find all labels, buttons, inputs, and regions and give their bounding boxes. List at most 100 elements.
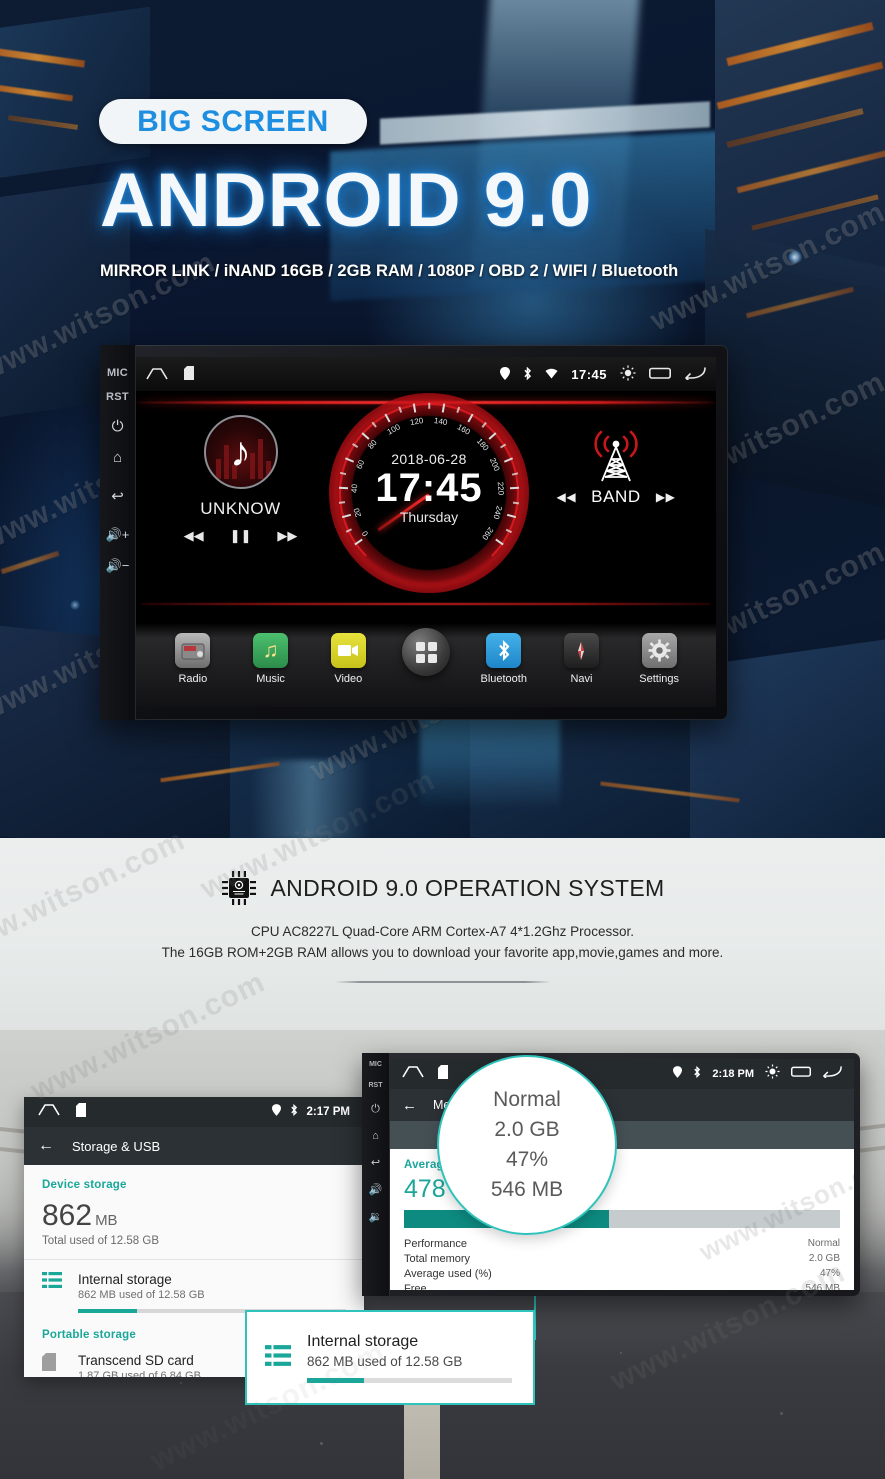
list-item-subtitle: 862 MB used of 12.58 GB — [78, 1289, 205, 1301]
reset-label: RST — [106, 391, 129, 403]
callout-title: Internal storage — [307, 1332, 419, 1350]
dock-item-music[interactable]: ♫ Music — [232, 633, 310, 685]
back-icon[interactable]: ← — [402, 1097, 417, 1114]
bluetooth-icon — [290, 1103, 298, 1121]
radio-widget[interactable]: ◀◀ BAND ▶▶ — [541, 421, 691, 507]
radio-tower-icon — [581, 421, 651, 483]
sdcard-icon[interactable] — [184, 366, 194, 382]
hero-section: www.witson.com www.witson.com www.witson… — [0, 0, 885, 838]
bg-light-beam — [250, 760, 370, 838]
back-icon[interactable] — [822, 1065, 842, 1083]
location-icon — [271, 1103, 281, 1121]
bg-lane-marking — [404, 1398, 440, 1479]
recents-icon[interactable] — [791, 1065, 811, 1083]
speedometer-clock-widget[interactable]: 0 20 40 60 80 100 120 140 160 180 200 220 240 260 201… — [329, 393, 529, 593]
os-info-section: ANDROID 9.0 OPERATION SYSTEM CPU AC8227L… — [0, 764, 885, 1030]
bluetooth-icon — [693, 1065, 701, 1083]
bg-glow-dot — [70, 600, 80, 610]
dock-item-bluetooth[interactable]: Bluetooth — [465, 633, 543, 685]
red-accent-line — [142, 603, 710, 605]
row-value: 47% — [819, 1267, 840, 1279]
dock-item-navi[interactable]: Navi — [543, 633, 621, 685]
memory-detail-rows: Performance Normal Total memory 2.0 GB A… — [404, 1236, 840, 1291]
home-icon[interactable]: ⌂ — [372, 1130, 379, 1142]
back-icon[interactable]: ↩ — [371, 1156, 380, 1169]
dock-label: Radio — [178, 673, 208, 685]
row-label: Total memory — [404, 1252, 471, 1265]
band-next-icon[interactable]: ▶▶ — [656, 490, 676, 504]
back-icon[interactable]: ← — [38, 1137, 54, 1155]
head-unit-device: MIC RST ⏻ ⌂ ↩ 🔊+ 🔊− 17:45 ♪ UNKNOW ◀◀ ❚❚… — [100, 345, 728, 720]
bluetooth-icon — [486, 633, 522, 668]
os-cpu-line: CPU AC8227L Quad-Core ARM Cortex-A7 4*1.… — [251, 924, 634, 939]
storage-list-icon — [42, 1272, 64, 1293]
magnifier-line: Normal — [493, 1088, 561, 1111]
next-track-icon[interactable]: ▶▶ — [277, 528, 297, 544]
reset-label: RST — [368, 1082, 383, 1089]
gear-icon — [641, 633, 677, 668]
dock-item-video[interactable]: Video — [309, 633, 387, 685]
pause-icon[interactable]: ❚❚ — [230, 528, 252, 544]
dock-item-settings[interactable]: Settings — [620, 633, 698, 685]
wifi-icon — [545, 368, 558, 381]
location-icon — [500, 366, 511, 382]
home-icon[interactable]: ⌂ — [113, 450, 122, 465]
back-icon[interactable]: ↩ — [111, 489, 124, 504]
magnifier-line: 47% — [505, 1148, 549, 1171]
table-row: Average used (%) 47% — [404, 1266, 840, 1281]
volume-down-icon[interactable]: 🔉 — [369, 1210, 383, 1223]
storage-list-icon — [265, 1344, 291, 1371]
band-prev-icon[interactable]: ◀◀ — [557, 490, 577, 504]
volume-up-icon[interactable]: 🔊 — [369, 1183, 383, 1196]
status-bar: 2:17 PM — [24, 1097, 364, 1127]
table-row: Performance Normal — [404, 1236, 840, 1251]
location-icon — [673, 1065, 683, 1083]
table-row: Total memory 2.0 GB — [404, 1251, 840, 1266]
volume-up-icon[interactable]: 🔊+ — [106, 528, 130, 541]
row-value: 546 MB — [805, 1282, 840, 1291]
music-icon: ♫ — [253, 633, 289, 668]
list-item-title: Internal storage — [78, 1272, 172, 1287]
internal-storage-callout: Internal storage 862 MB used of 12.58 GB — [245, 1310, 535, 1405]
sdcard-icon[interactable] — [76, 1102, 86, 1122]
bg-slab — [0, 6, 150, 184]
home-icon[interactable] — [38, 1103, 60, 1121]
prev-track-icon[interactable]: ◀◀ — [184, 528, 204, 544]
back-icon[interactable] — [684, 366, 706, 383]
bg-orange-strip — [0, 550, 60, 575]
storage-used-value: 862 MB — [42, 1199, 346, 1233]
compass-icon — [563, 633, 599, 668]
brightness-icon[interactable] — [765, 1064, 780, 1084]
home-icon[interactable] — [146, 367, 168, 382]
status-bar-time: 2:18 PM — [712, 1068, 754, 1080]
clock-date: 2018-06-28 — [391, 451, 467, 467]
hero-title: ANDROID 9.0 — [100, 158, 593, 243]
dock-item-apps[interactable] — [387, 628, 465, 681]
storage-used-unit: MB — [95, 1212, 118, 1229]
magnifier-line: 546 MB — [490, 1178, 564, 1201]
home-icon[interactable] — [402, 1065, 424, 1083]
music-widget[interactable]: ♪ UNKNOW ◀◀ ❚❚ ▶▶ — [158, 415, 323, 544]
volume-down-icon[interactable]: 🔊− — [106, 559, 130, 572]
big-screen-badge-label: BIG SCREEN — [137, 104, 329, 138]
table-row: Free 546 MB — [404, 1281, 840, 1291]
list-item-internal-storage[interactable]: Internal storage 862 MB used of 12.58 GB — [42, 1260, 346, 1313]
callout-progress-bar — [307, 1377, 512, 1383]
power-icon[interactable]: ⏻ — [112, 419, 124, 434]
status-bar-time: 17:45 — [571, 366, 607, 382]
apps-grid-icon — [402, 628, 451, 676]
video-icon — [330, 633, 366, 668]
big-screen-badge: BIG SCREEN — [99, 99, 367, 144]
brightness-icon[interactable] — [620, 365, 636, 383]
recents-icon[interactable] — [649, 366, 671, 382]
speedometer-minor-tick — [428, 402, 430, 409]
sdcard-icon[interactable] — [438, 1064, 448, 1084]
dock-item-radio[interactable]: Radio — [154, 633, 232, 685]
hero-specs: MIRROR LINK / iNAND 16GB / 2GB RAM / 108… — [100, 262, 679, 280]
album-art: ♪ — [203, 415, 278, 489]
dock-label: Bluetooth — [480, 673, 527, 685]
power-icon[interactable]: ⏻ — [371, 1103, 380, 1116]
music-note-icon: ♪ — [230, 428, 251, 475]
radio-icon — [175, 633, 211, 668]
section-divider — [335, 981, 551, 983]
